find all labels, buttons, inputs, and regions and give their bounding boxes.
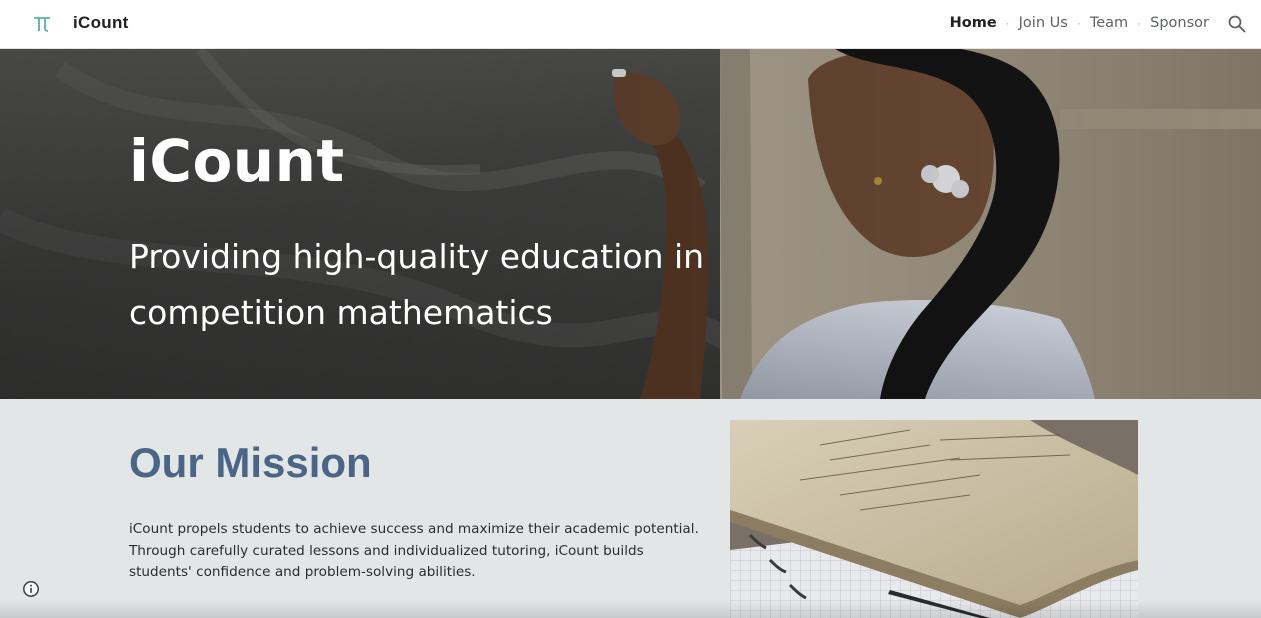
site-header: iCount Home · Join Us · Team · Sponsor	[0, 0, 1261, 49]
top-nav: Home · Join Us · Team · Sponsor	[950, 15, 1209, 31]
nav-team[interactable]: Team	[1090, 15, 1128, 31]
hero-overlay	[0, 49, 1261, 399]
footer-shadow	[0, 600, 1261, 618]
nav-separator: ·	[1005, 16, 1010, 30]
search-icon[interactable]	[1227, 14, 1247, 34]
hero-subtitle: Providing high-quality education in comp…	[129, 237, 705, 332]
nav-home[interactable]: Home	[950, 15, 997, 31]
mission-section: Our Mission iCount propels students to a…	[0, 399, 1261, 618]
mission-title: Our Mission	[129, 439, 372, 486]
mission-text: iCount propels students to achieve succe…	[129, 521, 699, 580]
hero-banner: iCount Providing high-quality education …	[0, 49, 1261, 399]
info-icon[interactable]	[20, 578, 42, 600]
nav-sponsor[interactable]: Sponsor	[1150, 15, 1209, 31]
mission-book-image	[730, 420, 1138, 618]
hero-title: iCount	[129, 127, 345, 195]
nav-separator: ·	[1137, 16, 1142, 30]
pi-icon[interactable]	[30, 10, 54, 38]
nav-separator: ·	[1076, 16, 1081, 30]
site-title[interactable]: iCount	[73, 13, 129, 33]
nav-join-us[interactable]: Join Us	[1019, 15, 1068, 31]
